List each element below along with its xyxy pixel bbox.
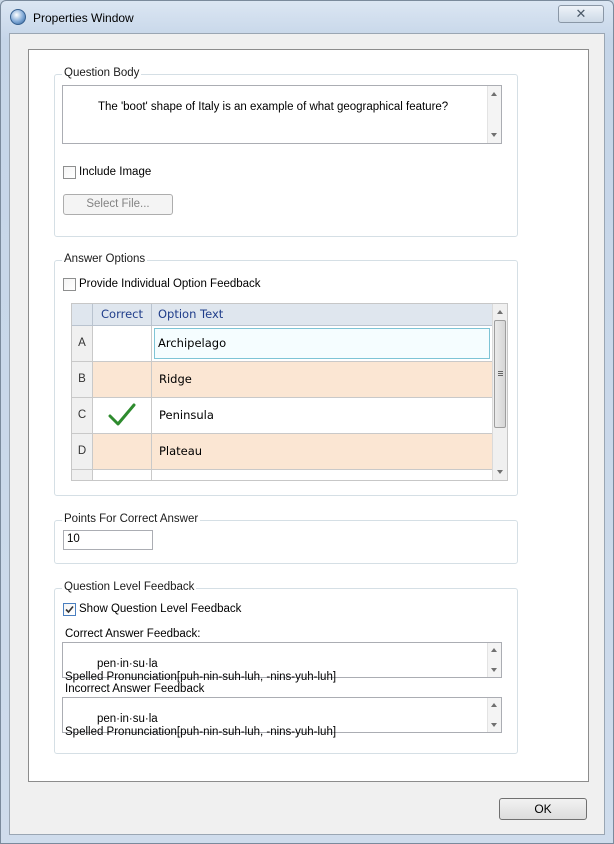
correct-cell[interactable] [93,434,152,469]
window-title: Properties Window [33,11,134,25]
show-feedback-label: Show Question Level Feedback [79,603,242,615]
correct-cell[interactable] [93,362,152,397]
incorrect-feedback-label: Incorrect Answer Feedback [65,683,205,695]
question-body-scrollbar[interactable] [487,86,501,143]
question-body-group: Question Body The 'boot' shape of Italy … [54,67,518,237]
points-input[interactable]: 10 [63,530,153,550]
incorrect-feedback-scrollbar[interactable] [487,698,501,732]
table-row[interactable]: C Peninsula [72,398,492,434]
option-text-cell[interactable]: Plateau [152,434,492,469]
scroll-down-icon[interactable] [491,133,497,137]
grip-line [498,371,503,372]
scroll-up-icon[interactable] [491,92,497,96]
column-header-correct[interactable]: Correct [93,304,152,326]
row-letter: D [72,434,93,469]
question-body-textarea[interactable]: The 'boot' shape of Italy is an example … [62,85,502,144]
question-feedback-legend: Question Level Feedback [62,581,197,593]
scroll-down-icon[interactable] [491,668,497,672]
scroll-down-icon[interactable] [491,723,497,727]
correct-cell[interactable] [93,326,152,361]
option-text-cell[interactable]: Peninsula [152,398,492,433]
provide-feedback-label: Provide Individual Option Feedback [79,278,261,290]
ok-button[interactable]: OK [499,798,587,820]
row-letter: B [72,362,93,397]
column-header-option-text[interactable]: Option Text [152,304,492,326]
answer-options-legend: Answer Options [62,253,148,265]
grip-line [498,373,503,374]
points-legend: Points For Correct Answer [62,513,201,525]
grid-scrollbar[interactable] [492,304,507,480]
checkmark-icon [108,403,136,426]
include-image-checkbox[interactable] [63,166,76,179]
correct-cell-partial [93,470,152,480]
option-text-cell[interactable]: Ridge [152,362,492,397]
row-header-corner [72,304,93,326]
close-icon: ✕ [575,6,587,21]
correct-feedback-scrollbar[interactable] [487,643,501,677]
provide-feedback-checkbox[interactable] [63,278,76,291]
row-header-partial [72,470,93,480]
scroll-down-icon[interactable] [497,470,503,474]
row-letter: C [72,398,93,433]
answer-options-group: Answer Options Provide Individual Option… [54,253,518,496]
question-feedback-group: Question Level Feedback Show Question Le… [54,581,518,754]
select-file-label: Select File... [86,198,150,210]
grip-line [498,375,503,376]
table-row[interactable]: D Plateau [72,434,492,470]
check-icon [65,605,74,614]
correct-feedback-label: Correct Answer Feedback: [65,628,201,640]
incorrect-feedback-textarea[interactable]: pen·in·su·la Spelled Pronunciation[puh-n… [62,697,502,738]
correct-feedback-text: pen·in·su·la Spelled Pronunciation[puh-n… [65,658,337,683]
ok-label: OK [534,802,552,816]
window-client-area: Question Body The 'boot' shape of Italy … [9,33,605,835]
option-text-cell[interactable]: Archipelago [152,326,492,361]
table-row[interactable]: B Ridge [72,362,492,398]
scroll-up-icon[interactable] [491,648,497,652]
question-body-text: The 'boot' shape of Italy is an example … [97,101,449,113]
scroll-up-icon[interactable] [497,310,503,314]
question-body-legend: Question Body [62,67,142,79]
scroll-up-icon[interactable] [491,703,497,707]
properties-window: Properties Window ✕ Question Body The 'b… [0,0,614,844]
app-icon [10,9,26,25]
row-letter: A [72,326,93,361]
grid-header: Correct Option Text [72,304,492,326]
scrollbar-thumb[interactable] [494,320,506,428]
close-button[interactable]: ✕ [558,5,604,23]
option-text-editor[interactable]: Archipelago [154,328,490,359]
correct-cell[interactable] [93,398,152,433]
show-feedback-checkbox[interactable] [63,603,76,616]
title-bar[interactable]: Properties Window ✕ [1,1,613,33]
table-row[interactable]: A Archipelago [72,326,492,362]
include-image-label: Include Image [79,166,152,178]
incorrect-feedback-text: pen·in·su·la Spelled Pronunciation[puh-n… [65,713,337,738]
correct-feedback-textarea[interactable]: pen·in·su·la Spelled Pronunciation[puh-n… [62,642,502,683]
table-row-partial [72,470,492,480]
properties-panel: Question Body The 'boot' shape of Italy … [28,49,589,782]
select-file-button[interactable]: Select File... [63,194,173,215]
points-group: Points For Correct Answer 10 [54,513,518,564]
answer-options-grid: Correct Option Text A Archipelago B Ridg [71,303,508,481]
